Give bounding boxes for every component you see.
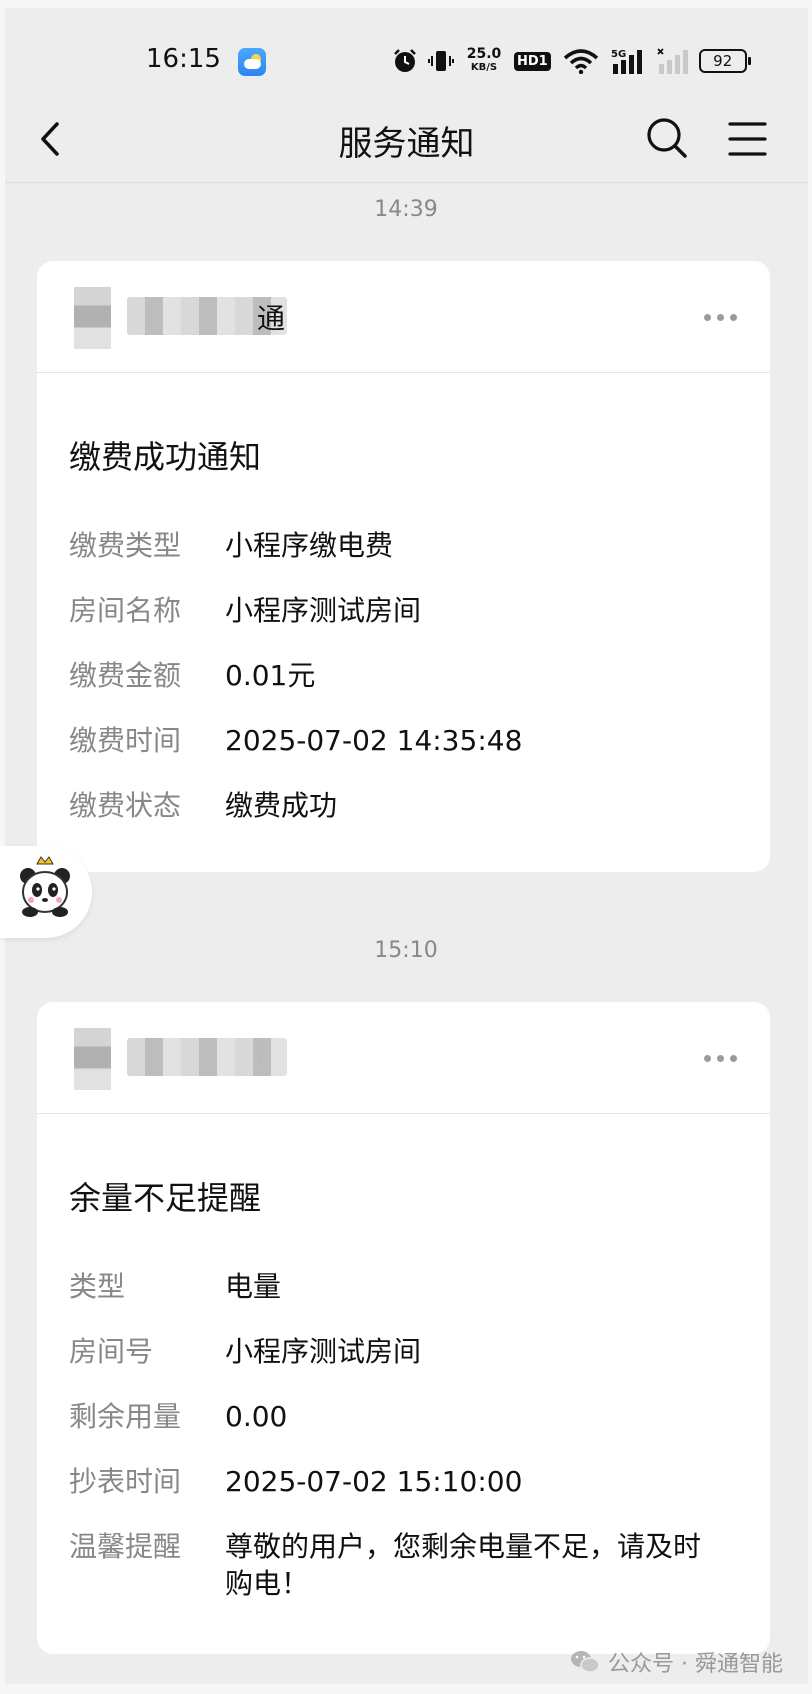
more-button[interactable] bbox=[700, 305, 740, 329]
alarm-icon bbox=[394, 49, 416, 72]
back-icon bbox=[41, 122, 59, 156]
search-icon bbox=[647, 118, 687, 158]
hd-badge: HD1 bbox=[514, 51, 551, 71]
frame-right bbox=[808, 0, 812, 1694]
signal-2-icon bbox=[657, 48, 688, 74]
field-value: 小程序测试房间 bbox=[225, 594, 422, 627]
card-header: i bbox=[37, 1002, 770, 1114]
field-label: 温馨提醒 bbox=[69, 1530, 182, 1563]
sender-name: 通 bbox=[257, 302, 286, 335]
watermark-text: 公众号 · 舜通智能 bbox=[608, 1652, 783, 1677]
frame-bottom bbox=[0, 1684, 812, 1694]
status-bar: 16:15 25.0 KB/S HD1 5G 92 bbox=[0, 30, 812, 90]
card-title: 余量不足提醒 bbox=[69, 1179, 262, 1217]
status-time: 16:15 bbox=[146, 44, 221, 74]
more-icon bbox=[703, 1054, 711, 1062]
field-label: 缴费状态 bbox=[69, 789, 182, 822]
field-value: 0.00 bbox=[225, 1400, 288, 1433]
weather-icon bbox=[238, 48, 266, 76]
status-icons: 25.0 KB/S HD1 5G 92 bbox=[392, 46, 751, 76]
floating-assistant-button[interactable] bbox=[0, 846, 92, 938]
net-speed: 25.0 KB/S bbox=[464, 46, 504, 74]
field-value: 电量 bbox=[225, 1270, 282, 1303]
field-value: 0.01元 bbox=[225, 659, 316, 692]
field-value: 2025-07-02 15:10:00 bbox=[225, 1465, 523, 1498]
more-icon bbox=[703, 313, 711, 321]
card-title: 缴费成功通知 bbox=[69, 438, 262, 476]
watermark: 公众号 · 舜通智能 bbox=[570, 1646, 783, 1678]
field-value: 2025-07-02 14:35:48 bbox=[225, 724, 523, 757]
message-time: 15:10 bbox=[374, 938, 438, 963]
net-speed-unit: KB/S bbox=[470, 62, 498, 73]
wifi-icon bbox=[563, 49, 598, 74]
avatar bbox=[74, 1028, 111, 1090]
field-label: 房间名称 bbox=[69, 594, 182, 627]
menu-button[interactable] bbox=[727, 118, 769, 160]
wechat-icon bbox=[571, 1651, 600, 1673]
field-label: 房间号 bbox=[69, 1335, 154, 1368]
menu-icon bbox=[728, 122, 767, 156]
field-label: 抄表时间 bbox=[69, 1465, 182, 1498]
field-label: 类型 bbox=[69, 1270, 126, 1303]
more-button[interactable] bbox=[700, 1046, 740, 1070]
message-time: 14:39 bbox=[374, 197, 438, 222]
field-label: 缴费金额 bbox=[69, 659, 182, 692]
signal-icon: 5G bbox=[611, 49, 642, 74]
notification-card[interactable]: i 余量不足提醒 类型 电量 房间号 小程序测试房间 剩余用量 0.00 抄表时… bbox=[37, 1002, 770, 1654]
field-label: 缴费时间 bbox=[69, 724, 182, 757]
field-value: 小程序缴电费 bbox=[225, 529, 394, 562]
field-value: 尊敬的用户，您剩余电量不足，请及时购电！ bbox=[225, 1530, 702, 1600]
nav-bar: 服务通知 bbox=[5, 96, 808, 183]
field-label: 缴费类型 bbox=[69, 529, 182, 562]
sender-name: i bbox=[257, 1038, 265, 1071]
field-value: 小程序测试房间 bbox=[225, 1335, 422, 1368]
field-value: 缴费成功 bbox=[225, 789, 338, 822]
avatar bbox=[74, 287, 111, 349]
notification-card[interactable]: 通 缴费成功通知 缴费类型 小程序缴电费 房间名称 小程序测试房间 缴费金额 0… bbox=[37, 261, 770, 872]
search-button[interactable] bbox=[645, 116, 689, 160]
battery-level: 92 bbox=[713, 52, 733, 70]
battery-icon: 92 bbox=[698, 49, 751, 73]
panda-icon bbox=[20, 856, 70, 917]
field-label: 剩余用量 bbox=[69, 1400, 182, 1433]
card-header: 通 bbox=[37, 261, 770, 373]
vibrate-icon bbox=[428, 51, 454, 71]
frame-top bbox=[0, 0, 812, 8]
net-speed-value: 25.0 bbox=[466, 46, 502, 62]
svg-text:5G: 5G bbox=[611, 49, 626, 60]
back-button[interactable] bbox=[33, 118, 73, 160]
